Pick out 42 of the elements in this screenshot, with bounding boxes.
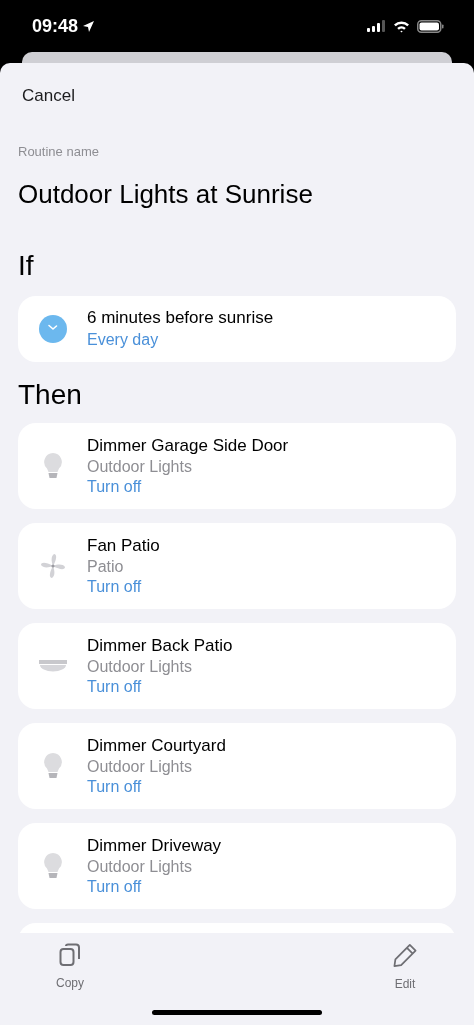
trigger-repeat: Every day bbox=[87, 330, 160, 350]
room-name: Outdoor Lights bbox=[87, 457, 193, 477]
action-card[interactable]: Dimmer Courtyard Outdoor Lights Turn off bbox=[18, 723, 456, 809]
routine-name-field[interactable]: Outdoor Lights at Sunrise bbox=[18, 178, 456, 210]
action-card[interactable]: Dimmer Driveway Outdoor Lights Turn off bbox=[18, 823, 456, 909]
accessory-name: Dimmer Driveway bbox=[87, 835, 222, 857]
section-heading: Then bbox=[18, 378, 83, 412]
action-card[interactable]: Fan Patio Patio Turn off bbox=[18, 523, 456, 609]
room-name: Patio bbox=[87, 557, 125, 577]
edit-button[interactable]: Edit bbox=[392, 943, 418, 993]
accessory-name: Dimmer Back Patio bbox=[87, 635, 233, 657]
lightbulb-icon bbox=[43, 453, 62, 479]
status-time: 09:48 bbox=[32, 14, 79, 38]
room-name: Outdoor Lights bbox=[87, 857, 193, 877]
pencil-icon bbox=[392, 943, 418, 968]
action-text: Turn off bbox=[87, 677, 143, 697]
section-heading: If bbox=[18, 249, 35, 283]
room-name: Outdoor Lights bbox=[87, 757, 193, 777]
trigger-title: 6 minutes before sunrise bbox=[87, 307, 274, 329]
lightbulb-icon bbox=[43, 853, 62, 879]
action-card[interactable]: Dimmer Garage Side Door Outdoor Lights Turn off bbox=[18, 423, 456, 509]
room-name: Outdoor Lights bbox=[87, 657, 193, 677]
action-text: Turn off bbox=[87, 577, 143, 597]
ceiling-light-icon bbox=[38, 660, 67, 672]
action-text: Turn off bbox=[87, 477, 143, 497]
field-label: Routine name bbox=[18, 144, 100, 160]
wifi-icon bbox=[393, 19, 410, 33]
fan-icon bbox=[39, 553, 66, 579]
battery-icon bbox=[417, 19, 444, 33]
trigger-card[interactable]: 6 minutes before sunrise Every day bbox=[18, 296, 456, 362]
signal-icon bbox=[367, 20, 386, 32]
accessory-name: Dimmer Courtyard bbox=[87, 735, 226, 757]
action-text: Turn off bbox=[87, 877, 143, 897]
copy-button[interactable]: Copy bbox=[56, 943, 84, 993]
copy-icon bbox=[59, 943, 81, 967]
accessory-name: Dimmer Garage Side Door bbox=[87, 435, 289, 457]
location-icon bbox=[82, 19, 96, 33]
cancel-button[interactable]: Cancel bbox=[22, 85, 75, 107]
action-card[interactable]: Dimmer Back Patio Outdoor Lights Turn off bbox=[18, 623, 456, 709]
lightbulb-icon bbox=[43, 753, 62, 779]
accessory-name: Fan Patio bbox=[87, 535, 160, 557]
action-text: Turn off bbox=[87, 777, 143, 797]
